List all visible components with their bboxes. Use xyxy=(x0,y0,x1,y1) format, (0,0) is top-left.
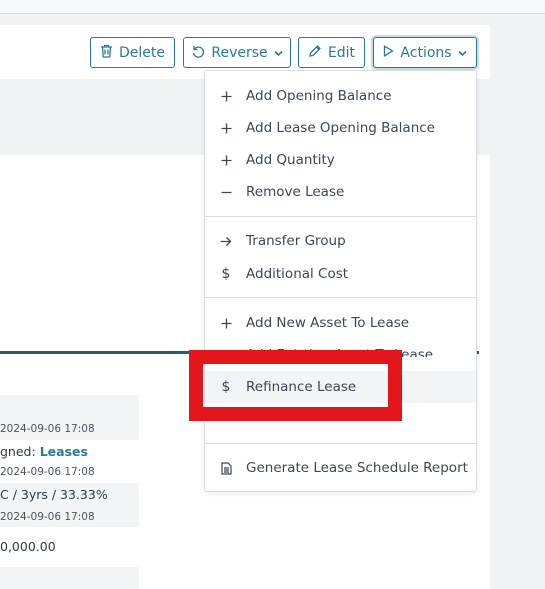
history-row: 0,000.00 xyxy=(0,527,139,567)
plus-icon xyxy=(219,153,233,167)
undo-icon xyxy=(191,44,205,62)
edit-button[interactable]: Edit xyxy=(298,37,365,68)
top-header-strip xyxy=(0,0,545,14)
play-icon xyxy=(383,44,395,61)
actions-dropdown-menu: Add Opening Balance Add Lease Opening Ba… xyxy=(204,70,477,492)
menu-item-label: Additional Cost xyxy=(246,266,349,282)
arrow-right-icon xyxy=(219,234,233,248)
menu-item-add-opening-balance[interactable]: Add Opening Balance xyxy=(205,81,476,111)
file-icon xyxy=(219,461,233,475)
pencil-icon xyxy=(308,44,322,62)
menu-divider xyxy=(205,216,476,217)
menu-item-label: Add Lease Opening Balance xyxy=(246,120,435,136)
menu-divider xyxy=(205,443,476,444)
history-text: C / 3yrs / 33.33% xyxy=(0,487,108,502)
history-text: gned: Leases xyxy=(0,444,88,459)
edit-label: Edit xyxy=(327,44,356,61)
menu-item-label: Remove Lease xyxy=(246,184,345,200)
plus-icon xyxy=(219,89,233,103)
menu-item-add-new-asset-to-lease[interactable]: Add New Asset To Lease xyxy=(205,308,476,338)
plus-icon xyxy=(219,121,233,135)
history-amount: 0,000.00 xyxy=(0,539,56,554)
delete-button[interactable]: Delete xyxy=(90,37,175,68)
menu-item-label: Transfer Group xyxy=(246,233,346,249)
menu-item-label: Add Opening Balance xyxy=(246,88,392,104)
history-date: 2024-09-06 17:08 xyxy=(0,466,95,478)
minus-icon xyxy=(219,185,233,199)
history-date: 2024-09-06 17:08 xyxy=(0,511,95,523)
actions-label: Actions xyxy=(400,44,452,61)
history-row: 2024-09-06 17:08 xyxy=(0,395,139,440)
menu-item-additional-cost[interactable]: $ Additional Cost xyxy=(205,259,476,289)
chevron-down-icon xyxy=(457,45,467,61)
reverse-label: Reverse xyxy=(211,44,268,61)
menu-item-label: Generate Lease Schedule Report xyxy=(246,460,468,476)
history-row: C / 3yrs / 33.33% 2024-09-06 17:08 xyxy=(0,483,139,527)
menu-item-add-quantity[interactable]: Add Quantity xyxy=(205,145,476,175)
actions-button[interactable]: Actions xyxy=(373,37,477,68)
leases-link[interactable]: Leases xyxy=(40,444,88,459)
dollar-icon: $ xyxy=(221,266,231,282)
plus-icon xyxy=(219,316,233,330)
delete-label: Delete xyxy=(119,44,165,61)
menu-item-generate-lease-schedule-report[interactable]: Generate Lease Schedule Report xyxy=(205,453,476,483)
history-row: gned: Leases 2024-09-06 17:08 xyxy=(0,441,139,482)
reverse-button[interactable]: Reverse xyxy=(183,37,291,68)
menu-item-label: Add New Asset To Lease xyxy=(246,315,410,331)
menu-item-label: Add Quantity xyxy=(246,152,335,168)
history-date: 2024-09-06 17:08 xyxy=(0,423,95,435)
highlight-box xyxy=(189,350,402,421)
trash-icon xyxy=(100,44,113,62)
menu-item-add-lease-opening-balance[interactable]: Add Lease Opening Balance xyxy=(205,113,476,143)
history-prefix: gned: xyxy=(0,444,36,459)
menu-item-transfer-group[interactable]: Transfer Group xyxy=(205,226,476,256)
chevron-down-icon xyxy=(274,45,283,61)
active-tab-underline xyxy=(0,351,200,354)
menu-item-remove-lease[interactable]: Remove Lease xyxy=(205,177,476,207)
history-row xyxy=(0,567,139,589)
menu-divider xyxy=(205,297,476,298)
